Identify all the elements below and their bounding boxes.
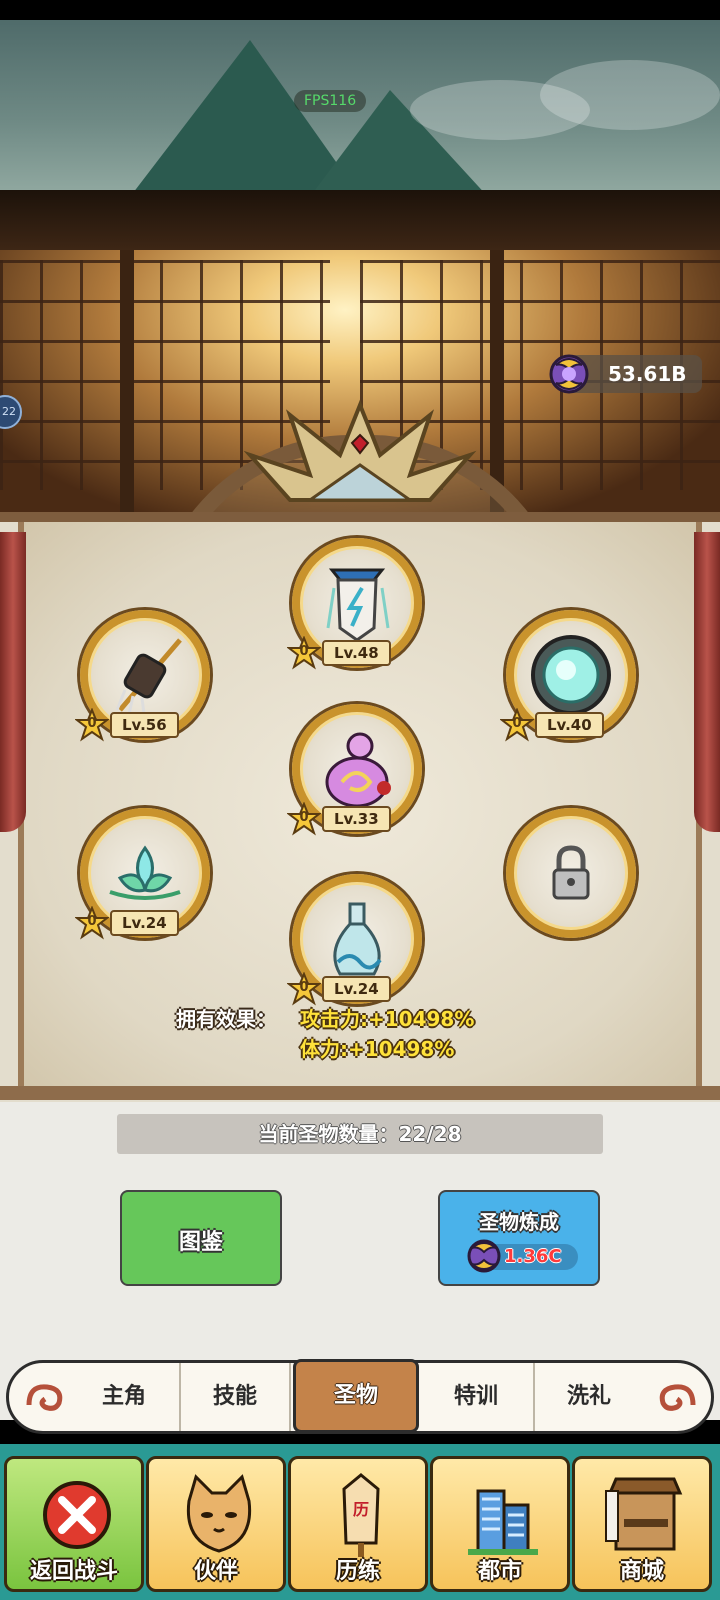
relic-level-vase: Lv.24 — [322, 976, 391, 1002]
svg-text:历: 历 — [353, 1500, 369, 1519]
nav-city[interactable]: 都市 — [430, 1456, 570, 1592]
refine-cost: 1.36C — [467, 1239, 578, 1273]
codex-button-label: 图鉴 — [178, 1230, 223, 1255]
panel-bottom-frame — [0, 1086, 720, 1100]
curtain-right — [694, 532, 720, 832]
relic-level-gourd: Lv.33 — [322, 806, 391, 832]
relic-count-bar: 当前圣物数量：22/28 — [117, 1114, 603, 1154]
relic-level-mirror: Lv.40 — [535, 712, 604, 738]
relic-star-count: 0 — [512, 716, 522, 731]
status-bar — [0, 0, 720, 20]
tab-relics[interactable]: 圣物 — [293, 1359, 419, 1433]
relic-star-mirror: 0 — [499, 707, 535, 742]
top-scenery: FPS116 — [0, 20, 720, 190]
nav-label: 伙伴 — [193, 1559, 238, 1584]
cloud-swirl-icon — [659, 1384, 696, 1411]
relic-star-gourd: 0 — [286, 801, 322, 836]
tab-special-training[interactable]: 特训 — [419, 1363, 535, 1431]
shrine-room: 22 — [0, 190, 720, 515]
wave-vase-icon — [333, 902, 382, 976]
fps-counter: FPS116 — [294, 90, 367, 112]
altar-crown-ornament — [243, 399, 477, 502]
relic-star-bell: 0 — [74, 707, 110, 742]
relic-star-count: 0 — [87, 716, 97, 731]
lotus-icon — [109, 845, 181, 900]
refine-relic-button[interactable]: 圣物炼成 1.36C — [438, 1190, 600, 1286]
nav-partners[interactable]: 伙伴 — [146, 1456, 286, 1592]
nav-label: 返回战斗 — [29, 1559, 118, 1584]
tab-protagonist[interactable]: 主角 — [69, 1363, 181, 1431]
cloud-swirl-icon — [26, 1384, 63, 1411]
nav-label: 都市 — [477, 1559, 522, 1584]
bottom-nav: 返回战斗 伙伴 历 历练 都市 商城 — [0, 1444, 720, 1600]
lightning-talisman-icon — [326, 568, 390, 642]
tab-skills[interactable]: 技能 — [181, 1363, 291, 1431]
relic-star-lotus: 0 — [74, 905, 110, 940]
close-x-icon — [43, 1481, 111, 1549]
relic-star-vase: 0 — [286, 971, 322, 1006]
spirit-orb-icon — [467, 1239, 501, 1273]
nav-label: 商城 — [619, 1559, 664, 1584]
cloud — [540, 60, 720, 130]
relic-level-lotus: Lv.24 — [110, 910, 179, 936]
currency-display: 53.61B — [549, 354, 702, 394]
wood-post — [490, 250, 504, 515]
effect-attack: 攻击力:+10498% — [300, 1007, 475, 1031]
spirit-orb-icon — [549, 354, 589, 394]
training-sign-icon: 历 — [342, 1473, 380, 1557]
cat-icon — [186, 1474, 252, 1553]
ceiling-beam — [0, 190, 720, 250]
city-building-icon — [468, 1489, 538, 1555]
bell-lantern-icon — [115, 638, 182, 715]
nav-shop[interactable]: 商城 — [572, 1456, 712, 1592]
relic-star-count: 0 — [299, 644, 309, 659]
relic-star-talisman: 0 — [286, 635, 322, 670]
effect-label: 拥有效果： — [176, 1007, 276, 1031]
relic-level-bell: Lv.56 — [110, 712, 179, 738]
relic-slot-locked[interactable] — [506, 808, 636, 938]
effect-stamina: 体力:+10498% — [300, 1037, 455, 1061]
nav-return-battle[interactable]: 返回战斗 — [4, 1456, 144, 1592]
sub-tab-bar: 主角 技能 圣物 特训 洗礼 — [6, 1359, 714, 1434]
curtain-left — [0, 532, 26, 832]
nav-training[interactable]: 历 历练 — [288, 1456, 428, 1592]
refine-button-label: 圣物炼成 — [479, 1210, 559, 1234]
relic-star-count: 0 — [87, 914, 97, 929]
lock-icon — [552, 845, 590, 900]
gourd-icon — [325, 732, 391, 808]
tab-baptism[interactable]: 洗礼 — [535, 1363, 643, 1431]
shop-stall-icon — [605, 1477, 683, 1551]
refine-cost-value: 1.36C — [504, 1246, 562, 1267]
wood-post — [120, 250, 134, 515]
codex-button[interactable]: 图鉴 — [120, 1190, 282, 1286]
nav-label: 历练 — [335, 1559, 380, 1584]
currency-value: 53.61B — [608, 362, 687, 386]
relic-star-count: 0 — [299, 980, 309, 995]
relic-level-talisman: Lv.48 — [322, 640, 391, 666]
jade-mirror-icon — [531, 635, 611, 715]
relic-star-count: 0 — [299, 810, 309, 825]
